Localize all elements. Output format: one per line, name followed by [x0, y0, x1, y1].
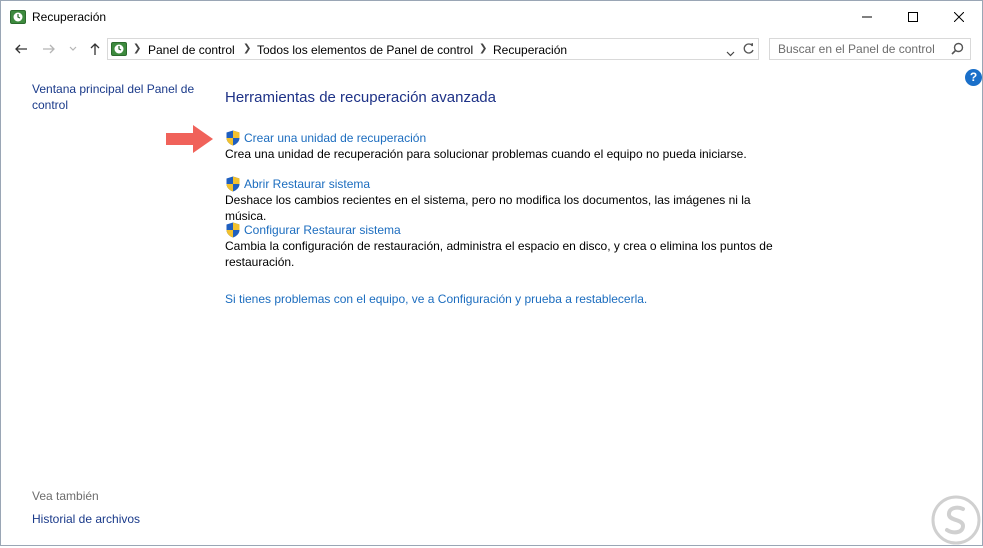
help-icon[interactable]: ?	[965, 69, 982, 86]
search-box	[769, 38, 971, 60]
up-arrow-icon[interactable]	[87, 41, 103, 57]
recent-dropdown-icon[interactable]	[65, 41, 81, 57]
create-recovery-drive-link[interactable]: Crear una unidad de recuperación	[244, 131, 426, 145]
control-panel-home-link[interactable]: Ventana principal del Panel de control	[32, 81, 202, 113]
open-system-restore-desc: Deshace los cambios recientes en el sist…	[225, 193, 751, 223]
maximize-button[interactable]	[890, 1, 936, 32]
file-history-link[interactable]: Historial de archivos	[32, 512, 140, 526]
create-recovery-drive-desc: Crea una unidad de recuperación para sol…	[225, 147, 747, 161]
reset-pc-settings-link[interactable]: Si tienes problemas con el equipo, ve a …	[225, 292, 647, 306]
refresh-icon[interactable]	[742, 42, 755, 58]
breadcrumb-separator-icon: ❯	[133, 43, 142, 54]
recovery-option-configure-restore: Configurar Restaurar sistema Cambia la c…	[225, 222, 785, 270]
title-bar: Recuperación	[1, 1, 982, 32]
open-system-restore-link[interactable]: Abrir Restaurar sistema	[244, 177, 370, 191]
recovery-option-create-drive: Crear una unidad de recuperación Crea un…	[225, 130, 785, 162]
breadcrumb-recuperacion[interactable]: Recuperación	[493, 43, 567, 57]
window-title: Recuperación	[32, 10, 107, 24]
configure-system-restore-link[interactable]: Configurar Restaurar sistema	[244, 223, 401, 237]
close-button[interactable]	[936, 1, 982, 32]
control-panel-icon	[111, 41, 127, 60]
breadcrumb-todos-los-elementos[interactable]: Todos los elementos de Panel de control	[257, 43, 473, 57]
recovery-app-icon	[10, 9, 26, 25]
minimize-button[interactable]	[844, 1, 890, 32]
see-also-label: Vea también	[32, 489, 99, 503]
shield-icon	[226, 176, 240, 192]
address-dropdown-icon[interactable]	[726, 46, 735, 60]
search-icon[interactable]	[951, 42, 964, 58]
forward-arrow-icon[interactable]	[41, 41, 57, 57]
red-arrow-icon	[165, 123, 215, 158]
breadcrumb-separator-icon: ❯	[243, 43, 252, 54]
shield-icon	[226, 222, 240, 238]
search-input[interactable]	[770, 39, 958, 59]
shield-icon	[226, 130, 240, 146]
watermark-logo-icon	[931, 495, 981, 545]
page-heading: Herramientas de recuperación avanzada	[225, 89, 496, 106]
breadcrumb-panel-de-control[interactable]: Panel de control	[148, 43, 235, 57]
address-bar[interactable]: ❯ Panel de control ❯ Todos los elementos…	[107, 38, 759, 60]
recovery-option-open-restore: Abrir Restaurar sistema Deshace los camb…	[225, 176, 785, 224]
breadcrumb-separator-icon: ❯	[479, 43, 488, 54]
recovery-window: Recuperación ❯ Panel de control ❯ Todos …	[0, 0, 983, 546]
configure-system-restore-desc: Cambia la configuración de restauración,…	[225, 239, 773, 269]
back-arrow-icon[interactable]	[13, 41, 29, 57]
